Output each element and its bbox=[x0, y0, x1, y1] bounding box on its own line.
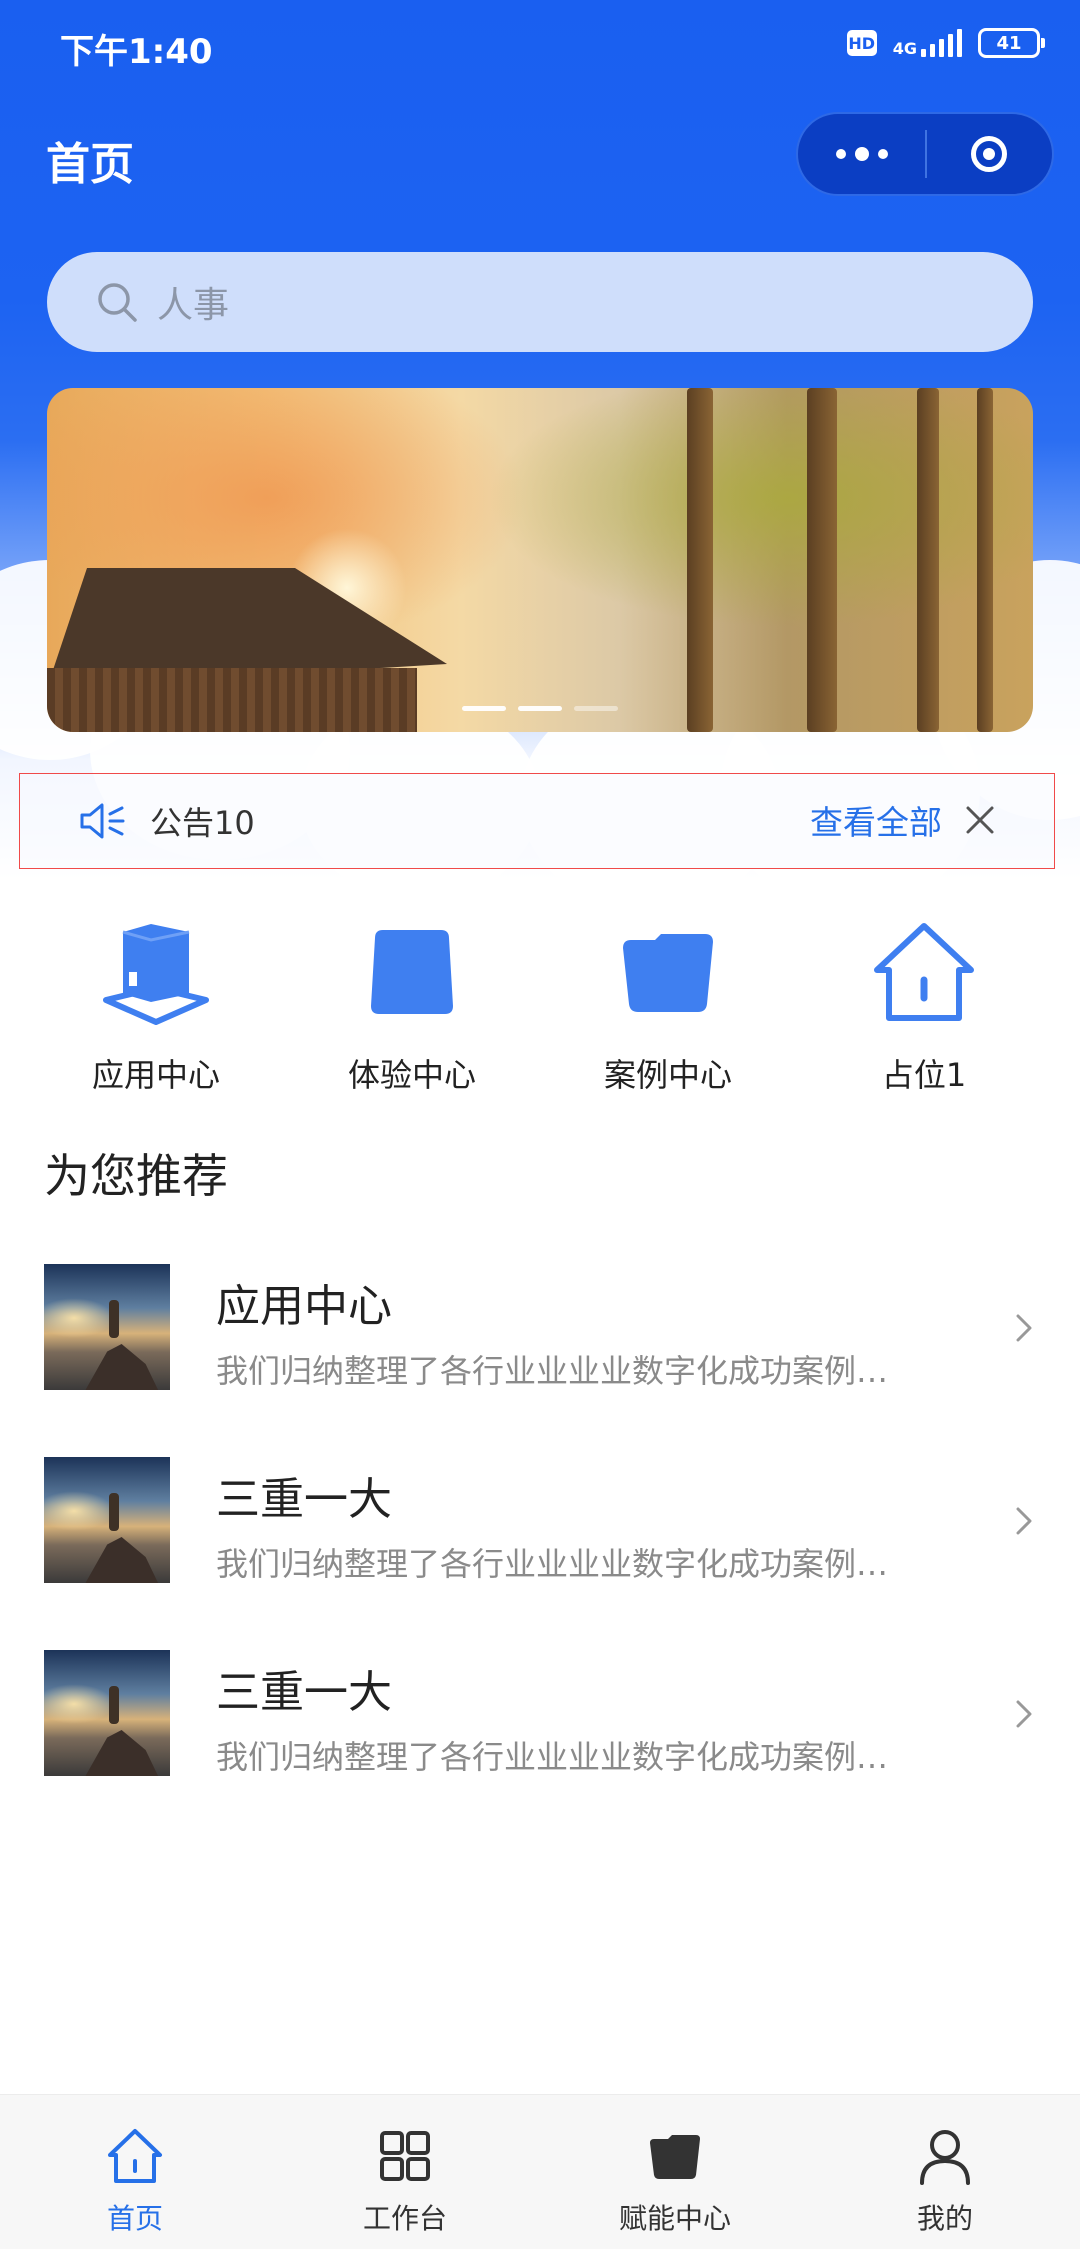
signal-icon bbox=[921, 29, 962, 57]
mini-program-capsule bbox=[796, 112, 1054, 196]
banner-dot bbox=[462, 706, 506, 711]
battery-level: 41 bbox=[996, 32, 1022, 54]
grid-icon bbox=[376, 2127, 434, 2185]
entry-label: 占位1 bbox=[881, 1056, 967, 1094]
home-icon bbox=[106, 2127, 164, 2185]
list-item[interactable]: 三重一大 我们归纳整理了各行业业业业数字化成功案例… bbox=[0, 1457, 1080, 1587]
close-icon[interactable] bbox=[962, 802, 998, 838]
chevron-right-icon bbox=[1012, 1503, 1036, 1539]
experience-center-icon bbox=[357, 918, 467, 1028]
home-icon bbox=[869, 918, 979, 1028]
status-time: 下午1:40 bbox=[60, 32, 213, 72]
tab-label: 我的 bbox=[916, 2202, 973, 2235]
folder-icon bbox=[646, 2127, 704, 2185]
entry-case-center[interactable]: 案例中心 bbox=[568, 918, 768, 1096]
case-center-icon bbox=[613, 918, 723, 1028]
status-icons: HD 4G 41 bbox=[846, 28, 1045, 58]
entry-label: 案例中心 bbox=[603, 1056, 732, 1094]
list-item-title: 应用中心 bbox=[216, 1281, 392, 1332]
tab-workbench[interactable]: 工作台 bbox=[270, 2095, 540, 2249]
list-item-desc: 我们归纳整理了各行业业业业数字化成功案例… bbox=[216, 1738, 889, 1776]
quick-entry-grid: 应用中心 体验中心 案例中心 占位1 bbox=[0, 918, 1080, 1098]
network-label: 4G bbox=[892, 39, 917, 58]
section-title: 为您推荐 bbox=[44, 1149, 228, 1203]
app-center-icon bbox=[101, 918, 211, 1028]
more-dots-icon[interactable] bbox=[798, 114, 925, 194]
entry-label: 应用中心 bbox=[91, 1056, 220, 1094]
thumbnail bbox=[44, 1264, 170, 1390]
search-input[interactable]: 人事 bbox=[47, 252, 1033, 352]
thumbnail bbox=[44, 1457, 170, 1583]
bottom-tab-bar: 首页 工作台 赋能中心 我的 bbox=[0, 2094, 1080, 2249]
tab-home[interactable]: 首页 bbox=[0, 2095, 270, 2249]
battery-icon: 41 bbox=[978, 28, 1045, 58]
list-item[interactable]: 三重一大 我们归纳整理了各行业业业业数字化成功案例… bbox=[0, 1650, 1080, 1780]
banner-dot bbox=[518, 706, 562, 711]
network-indicator: 4G bbox=[893, 29, 962, 57]
tab-label: 工作台 bbox=[362, 2202, 447, 2235]
target-circle-icon[interactable] bbox=[927, 114, 1052, 194]
list-item[interactable]: 应用中心 我们归纳整理了各行业业业业数字化成功案例… bbox=[0, 1264, 1080, 1394]
entry-label: 体验中心 bbox=[347, 1056, 476, 1094]
entry-app-center[interactable]: 应用中心 bbox=[56, 918, 256, 1096]
list-item-desc: 我们归纳整理了各行业业业业数字化成功案例… bbox=[216, 1545, 889, 1583]
notice-text: 公告10 bbox=[150, 804, 255, 842]
search-placeholder: 人事 bbox=[157, 285, 230, 326]
banner-indicator bbox=[462, 706, 618, 711]
page-title: 首页 bbox=[46, 139, 134, 190]
speaker-icon bbox=[78, 801, 126, 841]
tab-label: 首页 bbox=[106, 2202, 163, 2235]
status-bar: 下午1:40 HD 4G 41 bbox=[0, 0, 1080, 96]
user-icon bbox=[916, 2127, 974, 2185]
notice-bar[interactable]: 公告10 查看全部 bbox=[19, 773, 1055, 869]
list-item-desc: 我们归纳整理了各行业业业业数字化成功案例… bbox=[216, 1352, 889, 1390]
chevron-right-icon bbox=[1012, 1696, 1036, 1732]
entry-placeholder-1[interactable]: 占位1 bbox=[824, 918, 1024, 1096]
tab-label: 赋能中心 bbox=[618, 2202, 731, 2235]
thumbnail bbox=[44, 1650, 170, 1776]
search-icon bbox=[95, 280, 139, 324]
banner-carousel[interactable] bbox=[47, 388, 1033, 732]
tab-enablement-center[interactable]: 赋能中心 bbox=[540, 2095, 810, 2249]
banner-dot bbox=[574, 706, 618, 711]
view-all-link[interactable]: 查看全部 bbox=[810, 796, 942, 844]
hd-badge: HD bbox=[846, 30, 877, 56]
list-item-title: 三重一大 bbox=[216, 1474, 392, 1525]
entry-experience-center[interactable]: 体验中心 bbox=[312, 918, 512, 1096]
chevron-right-icon bbox=[1012, 1310, 1036, 1346]
tab-mine[interactable]: 我的 bbox=[810, 2095, 1080, 2249]
list-item-title: 三重一大 bbox=[216, 1667, 392, 1718]
